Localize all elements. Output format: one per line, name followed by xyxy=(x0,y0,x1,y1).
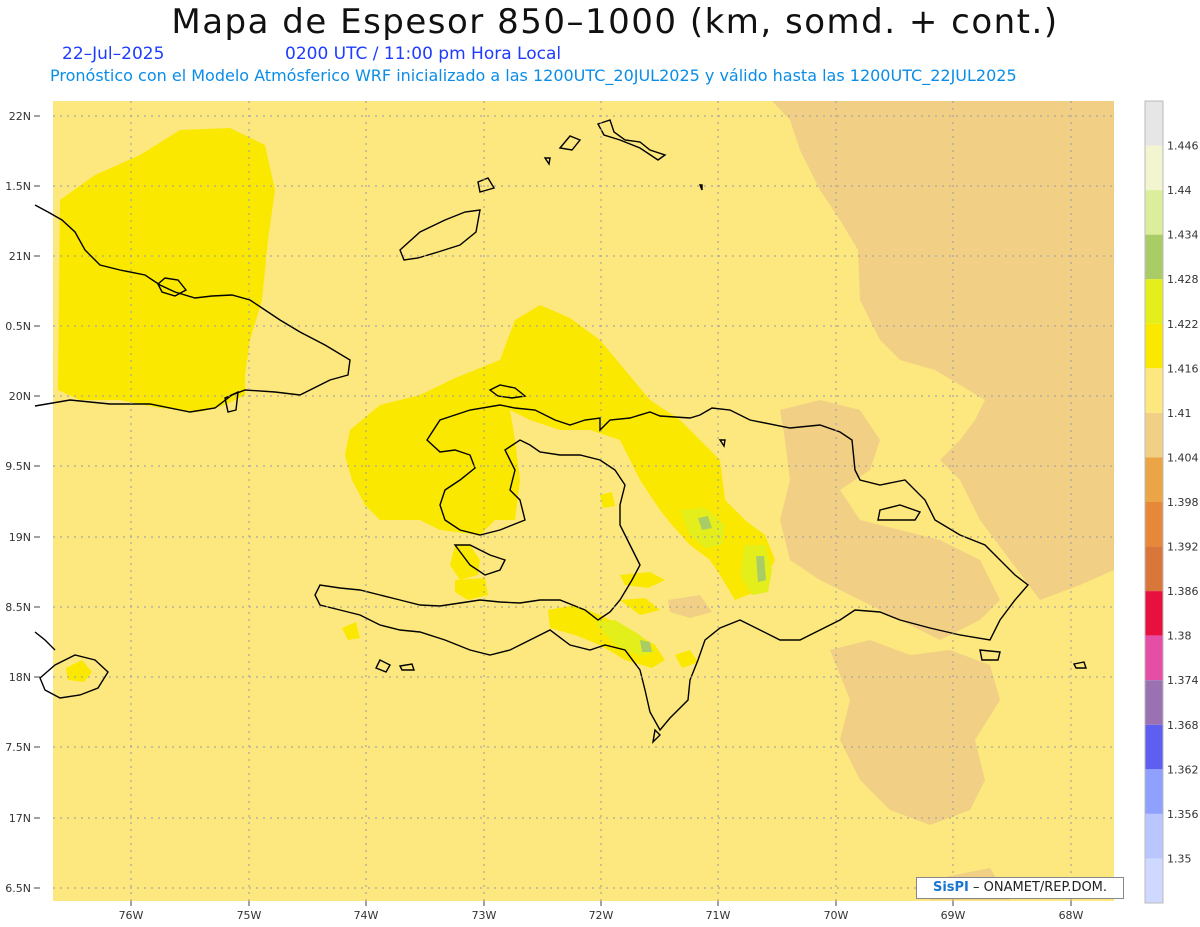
colorbar-swatch xyxy=(1145,813,1163,859)
colorbar-swatch xyxy=(1145,858,1163,903)
colorbar-label: 1.398 xyxy=(1167,496,1199,509)
lat-label: 20N xyxy=(9,390,31,403)
colorbar-swatch xyxy=(1145,546,1163,592)
colorbar-swatch xyxy=(1145,101,1163,146)
lon-label: 73W xyxy=(472,909,497,922)
lon-label: 68W xyxy=(1059,909,1084,922)
lon-label: 71W xyxy=(706,909,731,922)
colorbar-label: 1.44 xyxy=(1167,184,1192,197)
colorbar-label: 1.35 xyxy=(1167,852,1192,865)
colorbar: 1.446 1.44 1.434 1.428 1.422 1.416 1.41 1.404 1.… xyxy=(1144,100,1199,904)
colorbar-swatch xyxy=(1145,368,1163,413)
colorbar-swatch xyxy=(1145,145,1163,191)
colorbar-label: 1.362 xyxy=(1167,763,1199,776)
lat-label: 0.5N xyxy=(5,320,31,333)
lat-label: 8.5N xyxy=(5,601,31,614)
lon-label: 69W xyxy=(941,909,966,922)
lon-label: 70W xyxy=(824,909,849,922)
colorbar-label: 1.368 xyxy=(1167,719,1199,732)
colorbar-label: 1.428 xyxy=(1167,273,1199,286)
colorbar-swatch xyxy=(1145,591,1163,636)
lat-label: 6.5N xyxy=(5,882,31,895)
lat-label: 7.5N xyxy=(5,741,31,754)
colorbar-swatch xyxy=(1145,635,1163,681)
colorbar-label: 1.434 xyxy=(1167,229,1199,242)
colorbar-swatch xyxy=(1145,680,1163,725)
lon-label: 75W xyxy=(237,909,262,922)
colorbar-swatch xyxy=(1145,769,1163,814)
lon-label: 72W xyxy=(589,909,614,922)
lon-label: 76W xyxy=(119,909,144,922)
colorbar-swatch xyxy=(1145,234,1163,280)
colorbar-swatch xyxy=(1145,323,1163,369)
colorbar-label: 1.41 xyxy=(1167,407,1192,420)
lon-label: 74W xyxy=(354,909,379,922)
colorbar-swatch xyxy=(1145,412,1163,458)
colorbar-label: 1.374 xyxy=(1167,674,1199,687)
lat-label: 18N xyxy=(9,671,31,684)
colorbar-swatch xyxy=(1145,279,1163,324)
colorbar-label: 1.422 xyxy=(1167,318,1199,331)
colorbar-label: 1.356 xyxy=(1167,808,1199,821)
colorbar-label: 1.446 xyxy=(1167,140,1199,153)
colorbar-swatch xyxy=(1145,190,1163,235)
thickness-map: 22N 1.5N 21N 0.5N 20N 9.5N 19N 8.5N 18N … xyxy=(5,100,1199,922)
lat-label: 1.5N xyxy=(5,180,31,193)
colorbar-label: 1.392 xyxy=(1167,541,1199,554)
colorbar-label: 1.38 xyxy=(1167,630,1192,643)
sispi-logo: SisPI xyxy=(932,880,969,895)
lat-label: 17N xyxy=(9,812,31,825)
colorbar-label: 1.416 xyxy=(1167,362,1199,375)
credit-text: – ONAMET/REP.DOM. xyxy=(973,880,1108,895)
lat-label: 22N xyxy=(9,110,31,123)
lat-label: 21N xyxy=(9,250,31,263)
lat-label: 9.5N xyxy=(5,460,31,473)
colorbar-label: 1.404 xyxy=(1167,451,1199,464)
credit-box: SisPI – ONAMET/REP.DOM. xyxy=(916,877,1124,899)
colorbar-swatch xyxy=(1145,724,1163,770)
colorbar-swatch xyxy=(1145,502,1163,547)
colorbar-swatch xyxy=(1145,457,1163,502)
lat-label: 19N xyxy=(9,531,31,544)
colorbar-label: 1.386 xyxy=(1167,585,1199,598)
